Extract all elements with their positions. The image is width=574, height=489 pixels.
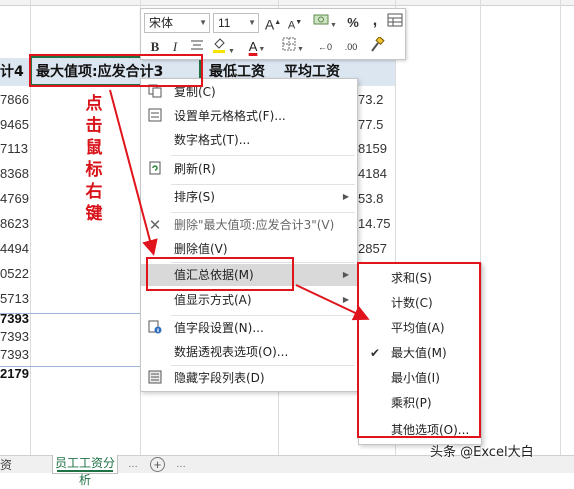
sheet-tab-active[interactable]: 员工工资分析 <box>52 455 118 487</box>
annotation-arrows <box>109 89 370 321</box>
more-tabs-icon[interactable]: … <box>128 459 138 470</box>
arrow-to-menu <box>109 89 158 256</box>
arrow-to-submenu <box>295 284 370 321</box>
watermark: 头条 @Excel大白 <box>430 445 534 460</box>
add-sheet-button[interactable]: + <box>150 457 165 472</box>
sheet-tab[interactable]: 资 <box>0 456 22 474</box>
more-tabs-icon[interactable]: … <box>176 459 186 470</box>
